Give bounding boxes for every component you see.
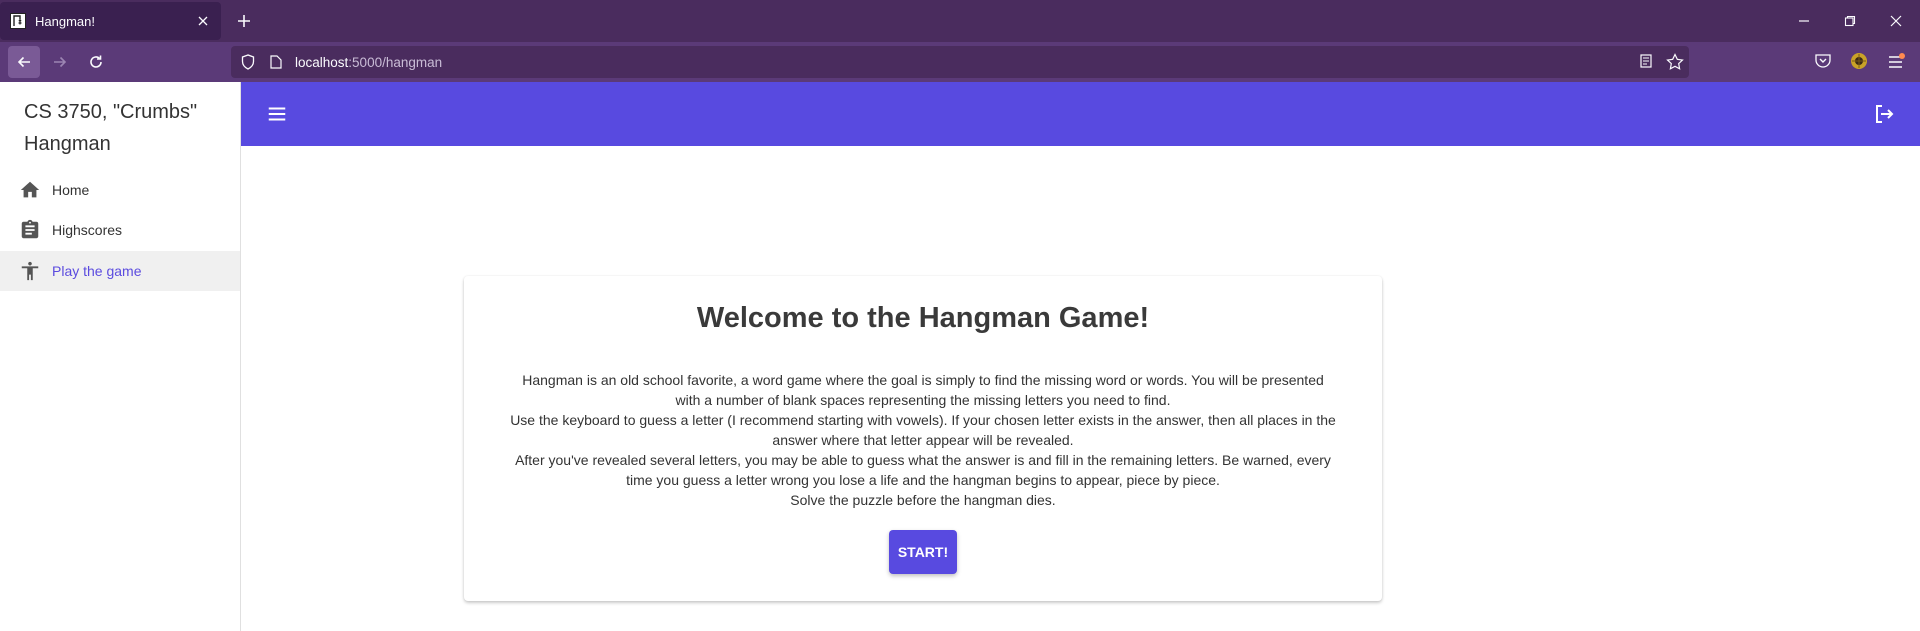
restore-icon[interactable] [1828,0,1872,42]
url-bar[interactable]: localhost:5000/hangman [231,46,1689,78]
reload-icon[interactable] [80,46,112,78]
page-title: Welcome to the Hangman Game! [696,302,1150,334]
sidebar-item-highscores[interactable]: Highscores [0,210,240,250]
sidebar-item-label: Home [52,182,90,198]
app-menu-icon[interactable] [1886,52,1906,72]
bookmark-star-icon[interactable] [1666,53,1684,71]
extension-icon[interactable] [1850,52,1870,72]
description-paragraph: Use the keyboard to guess a letter (I re… [510,412,1336,448]
new-tab-icon[interactable] [234,11,254,31]
app-bar [241,82,1920,146]
start-button[interactable]: START! [889,530,957,574]
close-tab-icon[interactable] [195,13,211,29]
back-arrow-icon[interactable] [8,46,40,78]
sidebar-item-label: Highscores [52,222,123,238]
sidebar-item-label: Play the game [52,263,142,279]
close-window-icon[interactable] [1874,0,1918,42]
game-description: Hangman is an old school favorite, a wor… [508,370,1338,510]
minimize-icon[interactable] [1782,0,1826,42]
hangman-favicon-icon [10,13,26,29]
page-icon [267,53,285,71]
hamburger-menu-icon[interactable] [263,100,291,128]
browser-tab[interactable]: Hangman! [0,2,221,40]
app-root: CS 3750, "Crumbs" Hangman Home Highscore… [0,82,1920,631]
description-paragraph: Hangman is an old school favorite, a wor… [522,372,1324,408]
shield-icon[interactable] [239,53,257,71]
url-host: localhost [295,54,349,70]
pocket-icon[interactable] [1814,52,1834,72]
sidebar: CS 3750, "Crumbs" Hangman Home Highscore… [0,82,241,631]
clipboard-icon [18,218,42,242]
url-path: :5000/hangman [348,54,443,70]
description-paragraph: After you've revealed several letters, y… [515,452,1331,488]
tab-title: Hangman! [35,13,95,29]
sidebar-brand: CS 3750, "Crumbs" Hangman [24,101,198,155]
home-icon [18,178,42,202]
logout-icon[interactable] [1870,100,1898,128]
sidebar-item-play[interactable]: Play the game [0,251,240,291]
browser-tab-bar: Hangman! [0,0,1920,42]
forward-arrow-icon[interactable] [44,46,76,78]
sidebar-item-home[interactable]: Home [0,170,240,210]
welcome-card: Welcome to the Hangman Game! Hangman is … [464,276,1382,601]
reader-view-icon[interactable] [1638,53,1656,71]
description-paragraph: Solve the puzzle before the hangman dies… [790,492,1056,508]
accessibility-icon [18,259,42,283]
